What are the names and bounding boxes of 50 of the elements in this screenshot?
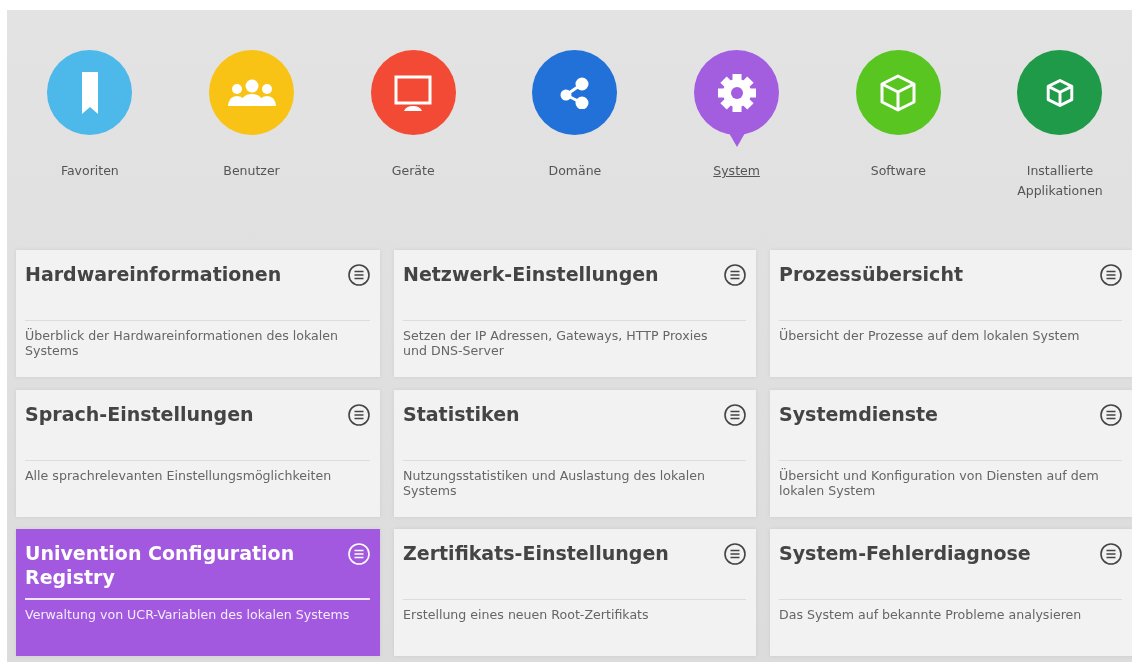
cube-icon <box>1045 78 1074 107</box>
module-title: Systemdienste <box>779 401 938 426</box>
menu-icon[interactable] <box>348 403 370 426</box>
module-title: Univention Configuration Registry <box>25 541 296 589</box>
menu-icon[interactable] <box>348 264 370 286</box>
menu-icon[interactable] <box>724 543 746 565</box>
module-tile[interactable]: Sprach-Einstellungen Alle sprachrelevanten Einstellungsmöglichkeiten <box>16 389 380 517</box>
module-description: Erstellung eines neuen Root-Zertifikats <box>403 607 650 622</box>
menu-icon[interactable] <box>724 403 746 426</box>
gear-icon <box>717 73 756 112</box>
module-tile[interactable]: Netzwerk-Einstellungen Setzen der IP Adressen, Gateways, HTTP Proxies und DNS-Server <box>394 250 756 377</box>
category-label[interactable]: Benutzer <box>196 161 307 181</box>
category-label[interactable]: Geräte <box>358 161 469 181</box>
menu-icon[interactable] <box>724 264 746 286</box>
module-description: Alle sprachrelevanten Einstellungsmöglichkeiten <box>25 467 333 483</box>
category-label[interactable]: Software <box>843 161 954 181</box>
menu-icon[interactable] <box>1100 264 1122 286</box>
selection-pointer <box>728 133 745 147</box>
module-title: Prozessübersicht <box>779 262 963 286</box>
category-label[interactable]: System <box>681 161 792 181</box>
monitor-icon <box>394 74 433 111</box>
module-description: Überblick der Hardwareinformationen des lokalen Systems <box>25 328 340 358</box>
module-description: Nutzungsstatistiken und Auslastung des lokalen Systems <box>403 467 707 498</box>
module-title: Netzwerk-Einstellungen <box>403 262 659 286</box>
module-tile[interactable]: Hardwareinformationen Überblick der Hardwareinformationen des lokalen Systems <box>16 250 380 377</box>
module-description: Das System auf bekannte Probleme analysieren <box>779 607 1083 622</box>
module-tile[interactable]: Zertifikats-Einstellungen Erstellung eines neuen Root-Zertifikats <box>394 529 756 656</box>
module-tile[interactable]: Statistiken Nutzungsstatistiken und Auslastung des lokalen Systems <box>394 389 756 517</box>
menu-icon[interactable] <box>1100 543 1122 565</box>
module-title: Statistiken <box>403 401 520 426</box>
module-description: Übersicht und Konfiguration von Diensten auf dem lokalen System <box>779 467 1100 498</box>
module-title: System-Fehlerdiagnose <box>779 541 1031 565</box>
module-tile[interactable]: System-Fehlerdiagnose Das System auf bekannte Probleme analysieren <box>770 529 1132 656</box>
module-title: Zertifikats-Einstellungen <box>403 541 669 565</box>
module-tile[interactable]: Prozessübersicht Übersicht der Prozesse auf dem lokalen System <box>770 250 1132 377</box>
nodes-icon <box>559 76 590 109</box>
module-title: Sprach-Einstellungen <box>25 401 254 426</box>
users-icon <box>226 78 277 107</box>
module-tile[interactable]: Univention Configuration Registry Verwaltung von UCR-Variablen des lokalen Systems <box>16 529 380 656</box>
module-description: Verwaltung von UCR-Variablen des lokalen Systems <box>25 607 351 622</box>
category-label[interactable]: Installierte Applikationen <box>1004 161 1115 201</box>
module-description: Setzen der IP Adressen, Gateways, HTTP Proxies und DNS-Server <box>403 328 709 358</box>
bookmark-icon <box>81 71 98 114</box>
module-description: Übersicht der Prozesse auf dem lokalen System <box>779 328 1081 343</box>
category-label[interactable]: Domäne <box>519 161 630 181</box>
menu-icon[interactable] <box>1100 403 1122 426</box>
cube-icon <box>880 73 917 112</box>
module-title: Hardwareinformationen <box>25 262 282 286</box>
category-label[interactable]: Favoriten <box>34 161 145 181</box>
module-tile[interactable]: Systemdienste Übersicht und Konfiguration von Diensten auf dem lokalen System <box>770 389 1132 517</box>
